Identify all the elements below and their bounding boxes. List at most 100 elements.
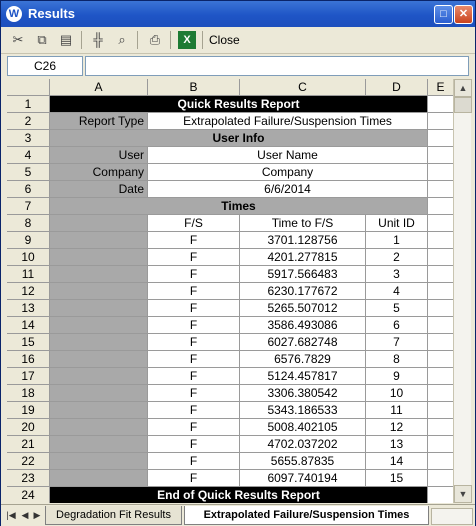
select-all-corner[interactable]	[7, 79, 50, 96]
row-header[interactable]: 3	[7, 130, 50, 147]
print-icon[interactable]: ⎙	[146, 31, 164, 49]
fs-cell[interactable]: F	[148, 266, 240, 283]
cell[interactable]	[50, 266, 148, 283]
time-cell[interactable]: 3306.380542	[240, 385, 366, 402]
fs-cell[interactable]: F	[148, 232, 240, 249]
time-cell[interactable]: 6027.682748	[240, 334, 366, 351]
scroll-down-icon[interactable]: ▼	[454, 485, 472, 503]
cell[interactable]	[428, 453, 453, 470]
excel-export-icon[interactable]: X	[178, 31, 196, 49]
unit-id-cell[interactable]: 14	[366, 453, 428, 470]
cell[interactable]	[428, 283, 453, 300]
print-preview-icon[interactable]: ⌕	[113, 31, 131, 49]
row-header[interactable]: 18	[7, 385, 50, 402]
unit-id-cell[interactable]: 2	[366, 249, 428, 266]
vertical-scrollbar[interactable]: ▲ ▼	[453, 79, 472, 503]
row-header[interactable]: 9	[7, 232, 50, 249]
close-button[interactable]: Close	[209, 33, 240, 47]
time-cell[interactable]: 6230.177672	[240, 283, 366, 300]
row-header[interactable]: 13	[7, 300, 50, 317]
fs-cell[interactable]: F	[148, 436, 240, 453]
cell[interactable]	[50, 283, 148, 300]
time-cell[interactable]: 4702.037202	[240, 436, 366, 453]
fs-cell[interactable]: F	[148, 402, 240, 419]
time-cell[interactable]: 5265.507012	[240, 300, 366, 317]
unit-id-cell[interactable]: 9	[366, 368, 428, 385]
row-header[interactable]: 22	[7, 453, 50, 470]
cell[interactable]	[428, 96, 453, 113]
time-cell[interactable]: 3586.493086	[240, 317, 366, 334]
unit-id-cell[interactable]: 10	[366, 385, 428, 402]
time-cell[interactable]: 5655.87835	[240, 453, 366, 470]
cell[interactable]	[428, 181, 453, 198]
scroll-up-icon[interactable]: ▲	[454, 79, 472, 97]
cell[interactable]	[428, 164, 453, 181]
time-cell[interactable]: 3701.128756	[240, 232, 366, 249]
fs-cell[interactable]: F	[148, 300, 240, 317]
row-header[interactable]: 6	[7, 181, 50, 198]
unit-id-cell[interactable]: 15	[366, 470, 428, 487]
column-header-a[interactable]: A	[50, 79, 148, 96]
unit-id-cell[interactable]: 12	[366, 419, 428, 436]
cell[interactable]	[50, 470, 148, 487]
cell[interactable]	[50, 385, 148, 402]
cell[interactable]	[428, 249, 453, 266]
time-cell[interactable]: 4201.277815	[240, 249, 366, 266]
column-header-e[interactable]: E	[428, 79, 453, 96]
cell[interactable]	[428, 130, 453, 147]
cell[interactable]	[428, 198, 453, 215]
spreadsheet-grid[interactable]: A B C D E 1 Quick Results Report 2 Repor…	[7, 79, 453, 503]
row-header[interactable]: 19	[7, 402, 50, 419]
cell[interactable]	[50, 419, 148, 436]
row-header[interactable]: 7	[7, 198, 50, 215]
row-header[interactable]: 20	[7, 419, 50, 436]
time-cell[interactable]: 5917.566483	[240, 266, 366, 283]
column-header-c[interactable]: C	[240, 79, 366, 96]
row-header[interactable]: 16	[7, 351, 50, 368]
row-header[interactable]: 8	[7, 215, 50, 232]
time-cell[interactable]: 6576.7829	[240, 351, 366, 368]
row-header[interactable]: 11	[7, 266, 50, 283]
unit-id-cell[interactable]: 5	[366, 300, 428, 317]
row-header[interactable]: 23	[7, 470, 50, 487]
report-type-value[interactable]: Extrapolated Failure/Suspension Times	[148, 113, 428, 130]
horizontal-scrollbar[interactable]	[431, 508, 473, 525]
cell[interactable]	[428, 266, 453, 283]
unit-id-cell[interactable]: 3	[366, 266, 428, 283]
close-window-button[interactable]: ✕	[454, 5, 473, 24]
row-header[interactable]: 14	[7, 317, 50, 334]
prev-sheet-icon[interactable]: ◀	[19, 508, 31, 522]
row-header[interactable]: 12	[7, 283, 50, 300]
cell-reference-box[interactable]: C26	[7, 56, 83, 76]
fs-cell[interactable]: F	[148, 385, 240, 402]
time-cell[interactable]: 5343.186533	[240, 402, 366, 419]
cell[interactable]	[50, 351, 148, 368]
cell[interactable]	[50, 232, 148, 249]
row-header[interactable]: 5	[7, 164, 50, 181]
cell[interactable]	[50, 215, 148, 232]
time-cell[interactable]: 5124.457817	[240, 368, 366, 385]
company-value[interactable]: Company	[148, 164, 428, 181]
cell[interactable]	[50, 249, 148, 266]
scroll-thumb[interactable]	[454, 97, 472, 113]
unit-id-cell[interactable]: 1	[366, 232, 428, 249]
time-cell[interactable]: 5008.402105	[240, 419, 366, 436]
fs-cell[interactable]: F	[148, 368, 240, 385]
cell[interactable]	[50, 436, 148, 453]
cell[interactable]	[428, 368, 453, 385]
row-header[interactable]: 24	[7, 487, 50, 503]
cell[interactable]	[428, 470, 453, 487]
cell[interactable]	[428, 419, 453, 436]
cell[interactable]	[50, 300, 148, 317]
row-header[interactable]: 15	[7, 334, 50, 351]
row-header[interactable]: 1	[7, 96, 50, 113]
row-header[interactable]: 21	[7, 436, 50, 453]
fs-cell[interactable]: F	[148, 470, 240, 487]
cell[interactable]	[50, 334, 148, 351]
fs-cell[interactable]: F	[148, 317, 240, 334]
cell[interactable]	[428, 351, 453, 368]
row-header[interactable]: 10	[7, 249, 50, 266]
cell[interactable]	[50, 368, 148, 385]
row-header[interactable]: 2	[7, 113, 50, 130]
cell[interactable]	[428, 215, 453, 232]
